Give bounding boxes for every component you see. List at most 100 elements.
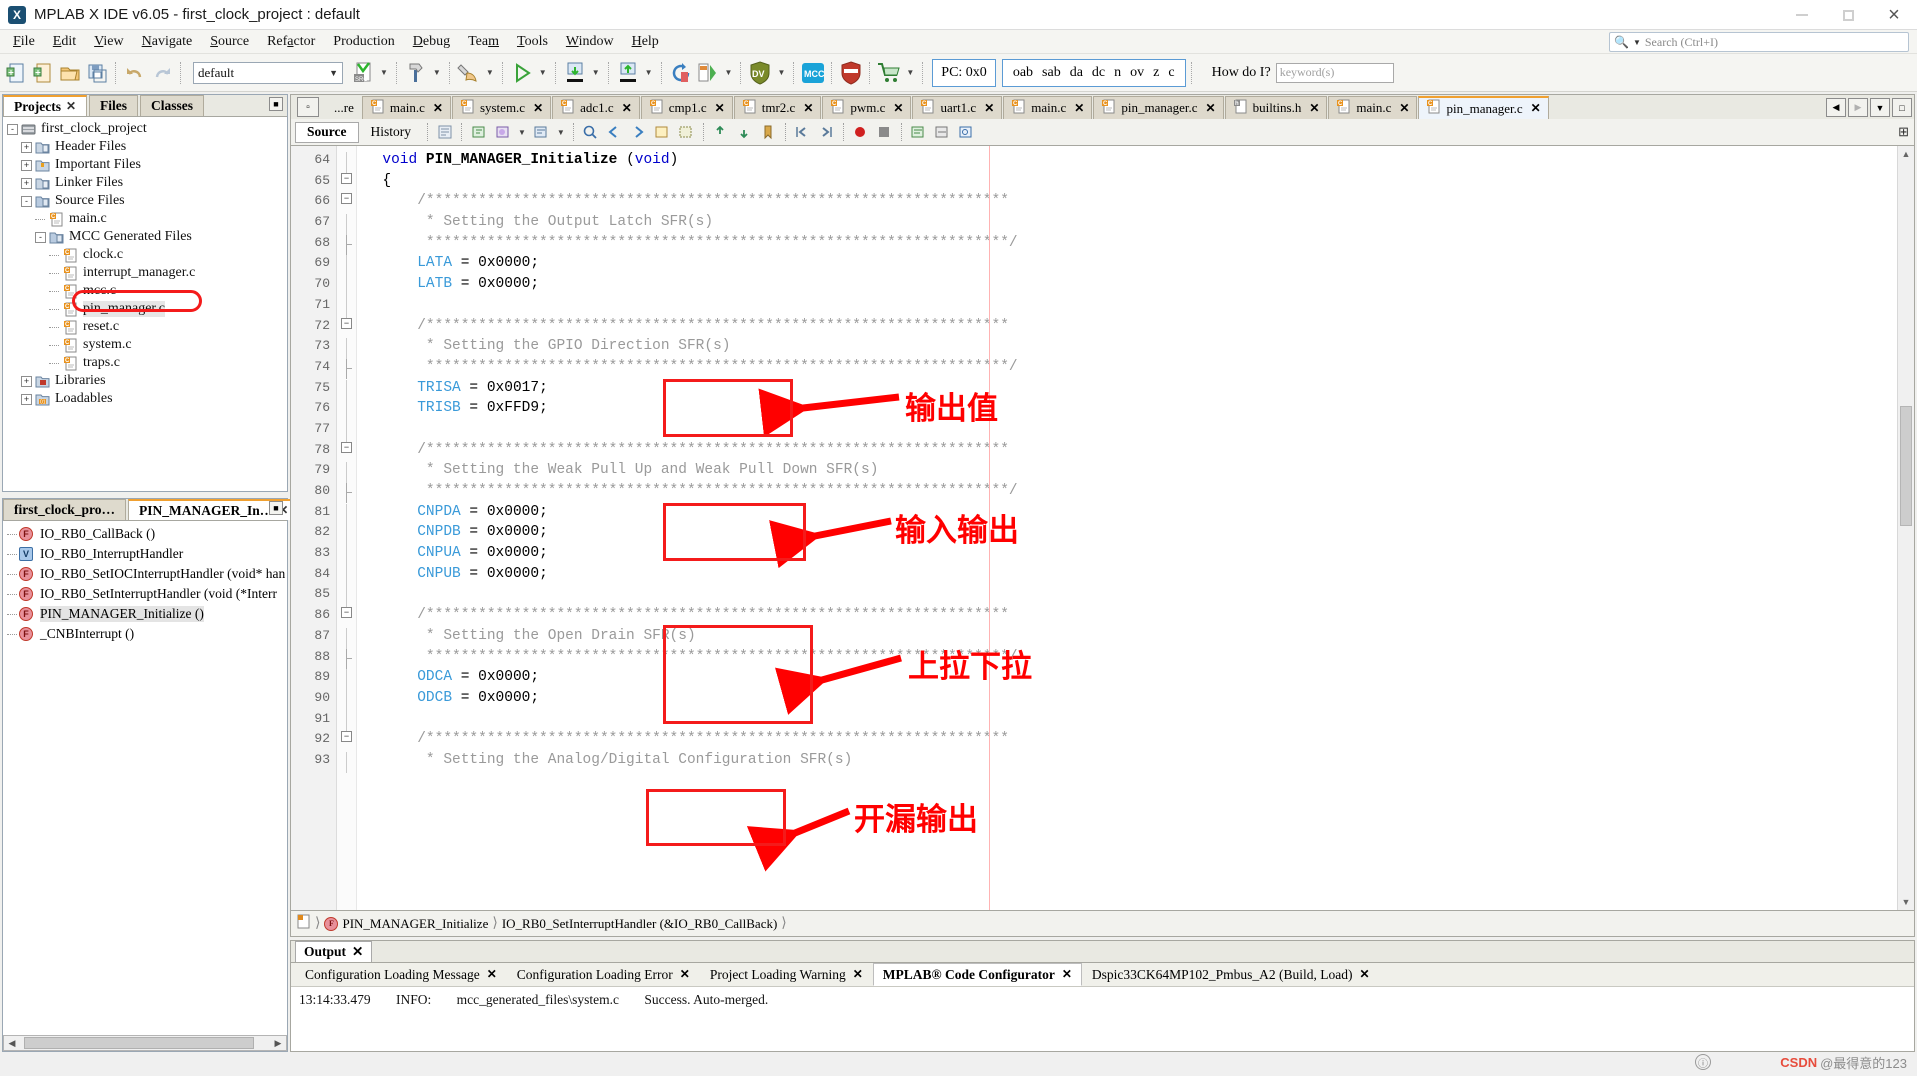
tree-item-libraries[interactable]: + Libraries [7,372,287,390]
code-line[interactable]: ****************************************… [357,359,1897,380]
fold-cell[interactable] [337,710,356,732]
tree-item-mcc-c[interactable]: Cmcc.c [7,282,287,300]
editor-tab-adc1-c[interactable]: Cadc1.c ✕ [552,96,640,119]
output-subtab-dspic33ck64mp102-pmbus-a2-build-load-[interactable]: Dspic33CK64MP102_Pmbus_A2 (Build, Load) ✕ [1082,963,1380,986]
code-line[interactable]: CNPDA = 0x0000; [357,504,1897,525]
format-icon[interactable] [530,121,553,143]
comment-icon[interactable] [907,121,930,143]
code-line[interactable] [357,421,1897,442]
fold-cell[interactable] [337,586,356,608]
code-line[interactable]: * Setting the Open Drain SFR(s) [357,628,1897,649]
fold-collapse-icon[interactable]: − [341,193,352,205]
scrollbar-thumb[interactable] [1900,406,1912,526]
editor-tab-pin-manager-c[interactable]: Cpin_manager.c ✕ [1418,96,1549,119]
close-icon[interactable]: ✕ [487,967,497,982]
scroll-up-icon[interactable]: ▲ [1898,146,1914,162]
code-line[interactable]: * Setting the Weak Pull Up and Weak Pull… [357,462,1897,483]
fold-collapse-icon[interactable]: − [341,172,352,184]
code-line[interactable]: CNPDB = 0x0000; [357,524,1897,545]
tab-files[interactable]: Files [89,95,139,116]
editor-tab-main-c[interactable]: Cmain.c ✕ [1328,96,1418,119]
fold-cell[interactable] [337,565,356,587]
close-icon[interactable]: ✕ [680,967,690,982]
fold-cell[interactable]: − [337,193,356,214]
tab-projects[interactable]: Projects ✕ [3,95,88,116]
code-line[interactable]: CNPUA = 0x0000; [357,545,1897,566]
tab-classes[interactable]: Classes [140,95,205,116]
undo-icon[interactable] [122,59,148,87]
code-line[interactable]: { [357,173,1897,194]
code-line[interactable]: LATB = 0x0000; [357,276,1897,297]
step-debug-icon[interactable] [695,59,721,87]
navigator-member-list[interactable]: F IO_RB0_CallBack () V IO_RB0_InterruptHand… [3,521,287,1035]
code-line[interactable]: ****************************************… [357,235,1897,256]
editor-tab-cmp1-c[interactable]: Ccmp1.c ✕ [640,96,733,119]
start-macro-recording-icon[interactable] [849,121,872,143]
fold-cell[interactable] [337,420,356,442]
editor-vertical-scrollbar[interactable]: ▲ ▼ [1897,146,1914,910]
code-line[interactable]: TRISB = 0xFFD9; [357,400,1897,421]
navigator-item[interactable]: F IO_RB0_CallBack () [7,524,287,544]
fold-cell[interactable]: − [337,317,356,339]
fold-cell[interactable] [337,669,356,690]
editor-tab-pwm-c[interactable]: Cpwm.c ✕ [822,96,912,119]
breadcrumb-item-function[interactable]: PIN_MANAGER_Initialize [342,916,488,932]
chevron-down-icon[interactable]: ▼ [430,68,444,77]
fold-cell[interactable] [337,503,356,525]
chevron-down-icon[interactable]: ▼ [554,128,568,137]
fold-cell[interactable] [337,400,356,421]
tree-expander[interactable]: - [21,195,32,207]
fold-cell[interactable] [337,689,356,711]
fold-cell[interactable]: − [337,172,356,194]
scrollbar-thumb[interactable] [24,1037,254,1049]
mcc-icon[interactable]: MCC [800,59,826,87]
chevron-down-icon[interactable]: ▼ [536,68,550,77]
redo-icon[interactable] [149,59,175,87]
tree-expander[interactable]: - [35,231,46,243]
output-subtab-mplab-code-configurator[interactable]: MPLAB® Code Configurator ✕ [872,963,1082,986]
menu-edit[interactable]: Edit [44,32,85,52]
scroll-right-icon[interactable]: ▶ [270,1038,286,1049]
maximize-panel-icon[interactable]: ■ [269,97,283,111]
previous-bookmark-icon[interactable] [709,121,732,143]
inspect-icon[interactable] [955,121,978,143]
menu-window[interactable]: Window [557,32,623,52]
debug-project-icon[interactable] [562,59,588,87]
editor-tab-main-c[interactable]: Cmain.c ✕ [361,96,451,119]
navigator-item[interactable]: F IO_RB0_SetInterruptHandler (void (*Inte… [7,584,287,604]
close-icon[interactable]: ✕ [803,101,813,116]
tree-item-linker-files[interactable]: + Linker Files [7,174,287,192]
tree-expander[interactable]: + [21,177,32,189]
store-cart-icon[interactable] [876,59,902,87]
clean-project-icon[interactable] [456,59,482,87]
global-search-box[interactable]: 🔍 ▼ Search (Ctrl+I) [1609,32,1909,52]
scroll-down-icon[interactable]: ▼ [1898,894,1914,910]
close-icon[interactable]: ✕ [433,101,443,116]
add-editor-icon[interactable]: ⊞ [1898,124,1909,140]
chevron-down-icon[interactable]: ▼ [722,68,736,77]
code-line[interactable]: CNPUB = 0x0000; [357,566,1897,587]
code-line[interactable] [357,711,1897,732]
previous-occurrence-icon[interactable] [603,121,626,143]
fold-cell[interactable] [337,751,356,773]
chevron-down-icon[interactable]: ▼ [589,68,603,77]
chevron-down-icon[interactable]: ▼ [483,68,497,77]
mplab-discover-icon[interactable] [838,59,864,87]
tree-item-header-files[interactable]: + Header Files [7,138,287,156]
editor-tab-system-c[interactable]: Csystem.c ✕ [451,96,552,119]
build-project-icon[interactable]: SRC [350,59,376,87]
editor-tab-main-c[interactable]: Cmain.c ✕ [1003,96,1093,119]
fold-cell[interactable] [337,296,356,318]
code-line[interactable]: * Setting the GPIO Direction SFR(s) [357,338,1897,359]
fold-cell[interactable] [337,483,356,504]
close-icon[interactable]: ✕ [352,944,363,960]
menu-team[interactable]: Team [459,32,508,52]
search-input[interactable]: Search (Ctrl+I) [1645,35,1718,50]
tab-history[interactable]: History [360,122,423,143]
editor-tab-builtins-h[interactable]: h builtins.h ✕ [1224,96,1328,119]
code-line[interactable]: ****************************************… [357,483,1897,504]
clean-and-build-icon[interactable] [403,59,429,87]
fold-cell[interactable] [337,648,356,670]
tree-item-pin-manager-c[interactable]: Cpin_manager.c [7,300,287,318]
tree-item-source-files[interactable]: - Source Files [7,192,287,210]
